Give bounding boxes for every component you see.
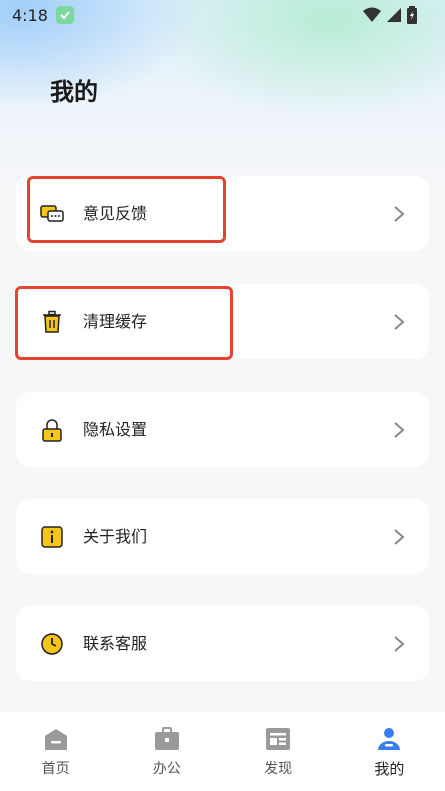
menu-item-label: 意见反馈 (83, 204, 148, 223)
menu-item-label: 联系客服 (83, 634, 148, 653)
menu-item-clear-cache[interactable]: 清理缓存 (16, 284, 429, 359)
lock-icon (42, 419, 62, 442)
tab-discover[interactable]: 发现 (223, 712, 334, 791)
app-notification-icon (55, 6, 74, 24)
home-icon (44, 729, 67, 750)
menu-item-privacy-settings[interactable]: 隐私设置 (16, 392, 429, 467)
chevron-right-icon (394, 206, 405, 222)
status-time: 4:18 (12, 5, 48, 25)
chevron-right-icon (394, 422, 405, 438)
clock-icon (41, 633, 63, 655)
tab-label: 首页 (41, 761, 70, 777)
chevron-right-icon (394, 636, 405, 652)
menu-item-feedback[interactable]: 意见反馈 (16, 176, 429, 251)
menu-item-label: 清理缓存 (83, 312, 148, 331)
tab-label: 我的 (374, 760, 405, 778)
tab-label: 办公 (152, 761, 181, 777)
tab-label: 发现 (264, 761, 293, 777)
tab-mine[interactable]: 我的 (334, 712, 445, 791)
chevron-right-icon (394, 314, 405, 330)
trash-can-icon (43, 310, 61, 333)
tab-office[interactable]: 办公 (111, 712, 222, 791)
status-bar: 4:18 (0, 0, 445, 30)
menu-item-about-us[interactable]: 关于我们 (16, 499, 429, 574)
battery-icon (407, 6, 417, 24)
info-icon (41, 526, 63, 548)
menu-item-label: 关于我们 (83, 527, 148, 546)
chevron-right-icon (394, 529, 405, 545)
menu-item-label: 隐私设置 (83, 420, 148, 439)
user-icon (378, 728, 401, 750)
page-title: 我的 (50, 78, 98, 106)
news-icon (266, 728, 291, 750)
wifi-icon (363, 7, 381, 22)
tab-home[interactable]: 首页 (0, 712, 111, 791)
signal-icon (387, 8, 401, 22)
menu-item-contact-support[interactable]: 联系客服 (16, 606, 429, 681)
briefcase-icon (154, 727, 179, 750)
chat-bubbles-icon (40, 205, 64, 222)
bottom-tab-bar: 首页 办公 发现 我的 (0, 712, 445, 791)
